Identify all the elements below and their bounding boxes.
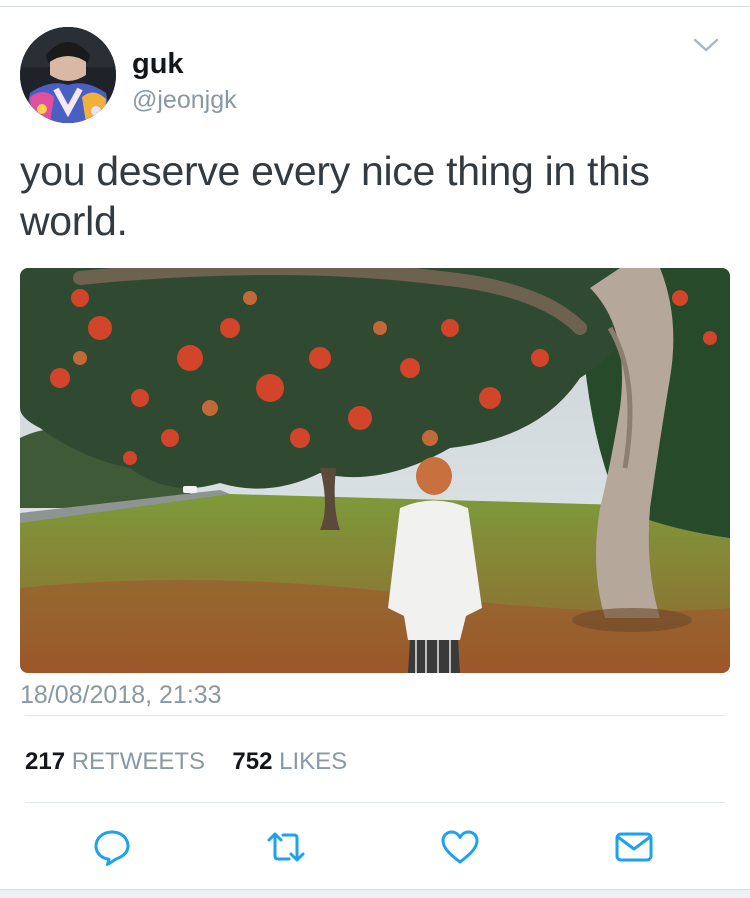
retweet-label[interactable]: RETWEETS bbox=[72, 748, 205, 775]
envelope-icon[interactable] bbox=[613, 826, 655, 868]
avatar[interactable] bbox=[20, 27, 116, 123]
like-label[interactable]: LIKES bbox=[279, 748, 347, 775]
top-divider bbox=[0, 6, 750, 7]
display-name[interactable]: guk bbox=[132, 47, 237, 81]
reply-icon[interactable] bbox=[91, 826, 133, 868]
stats-bottom-divider bbox=[25, 802, 725, 803]
like-count[interactable]: 752 bbox=[232, 748, 272, 775]
user-handle[interactable]: @jeonjgk bbox=[132, 85, 237, 115]
tweet-text: you deserve every nice thing in this wor… bbox=[20, 148, 650, 244]
chevron-down-icon[interactable] bbox=[693, 37, 719, 53]
heart-icon[interactable] bbox=[439, 826, 481, 868]
retweet-count[interactable]: 217 bbox=[25, 748, 65, 775]
stats-top-divider bbox=[25, 715, 725, 716]
tweet-photo[interactable] bbox=[20, 268, 730, 673]
tweet-timestamp: 18/08/2018, 21:33 bbox=[20, 681, 222, 709]
user-block[interactable]: guk @jeonjgk bbox=[132, 47, 237, 115]
retweet-icon[interactable] bbox=[265, 826, 307, 868]
tweet-stats: 217 RETWEETS 752 LIKES bbox=[25, 747, 347, 777]
